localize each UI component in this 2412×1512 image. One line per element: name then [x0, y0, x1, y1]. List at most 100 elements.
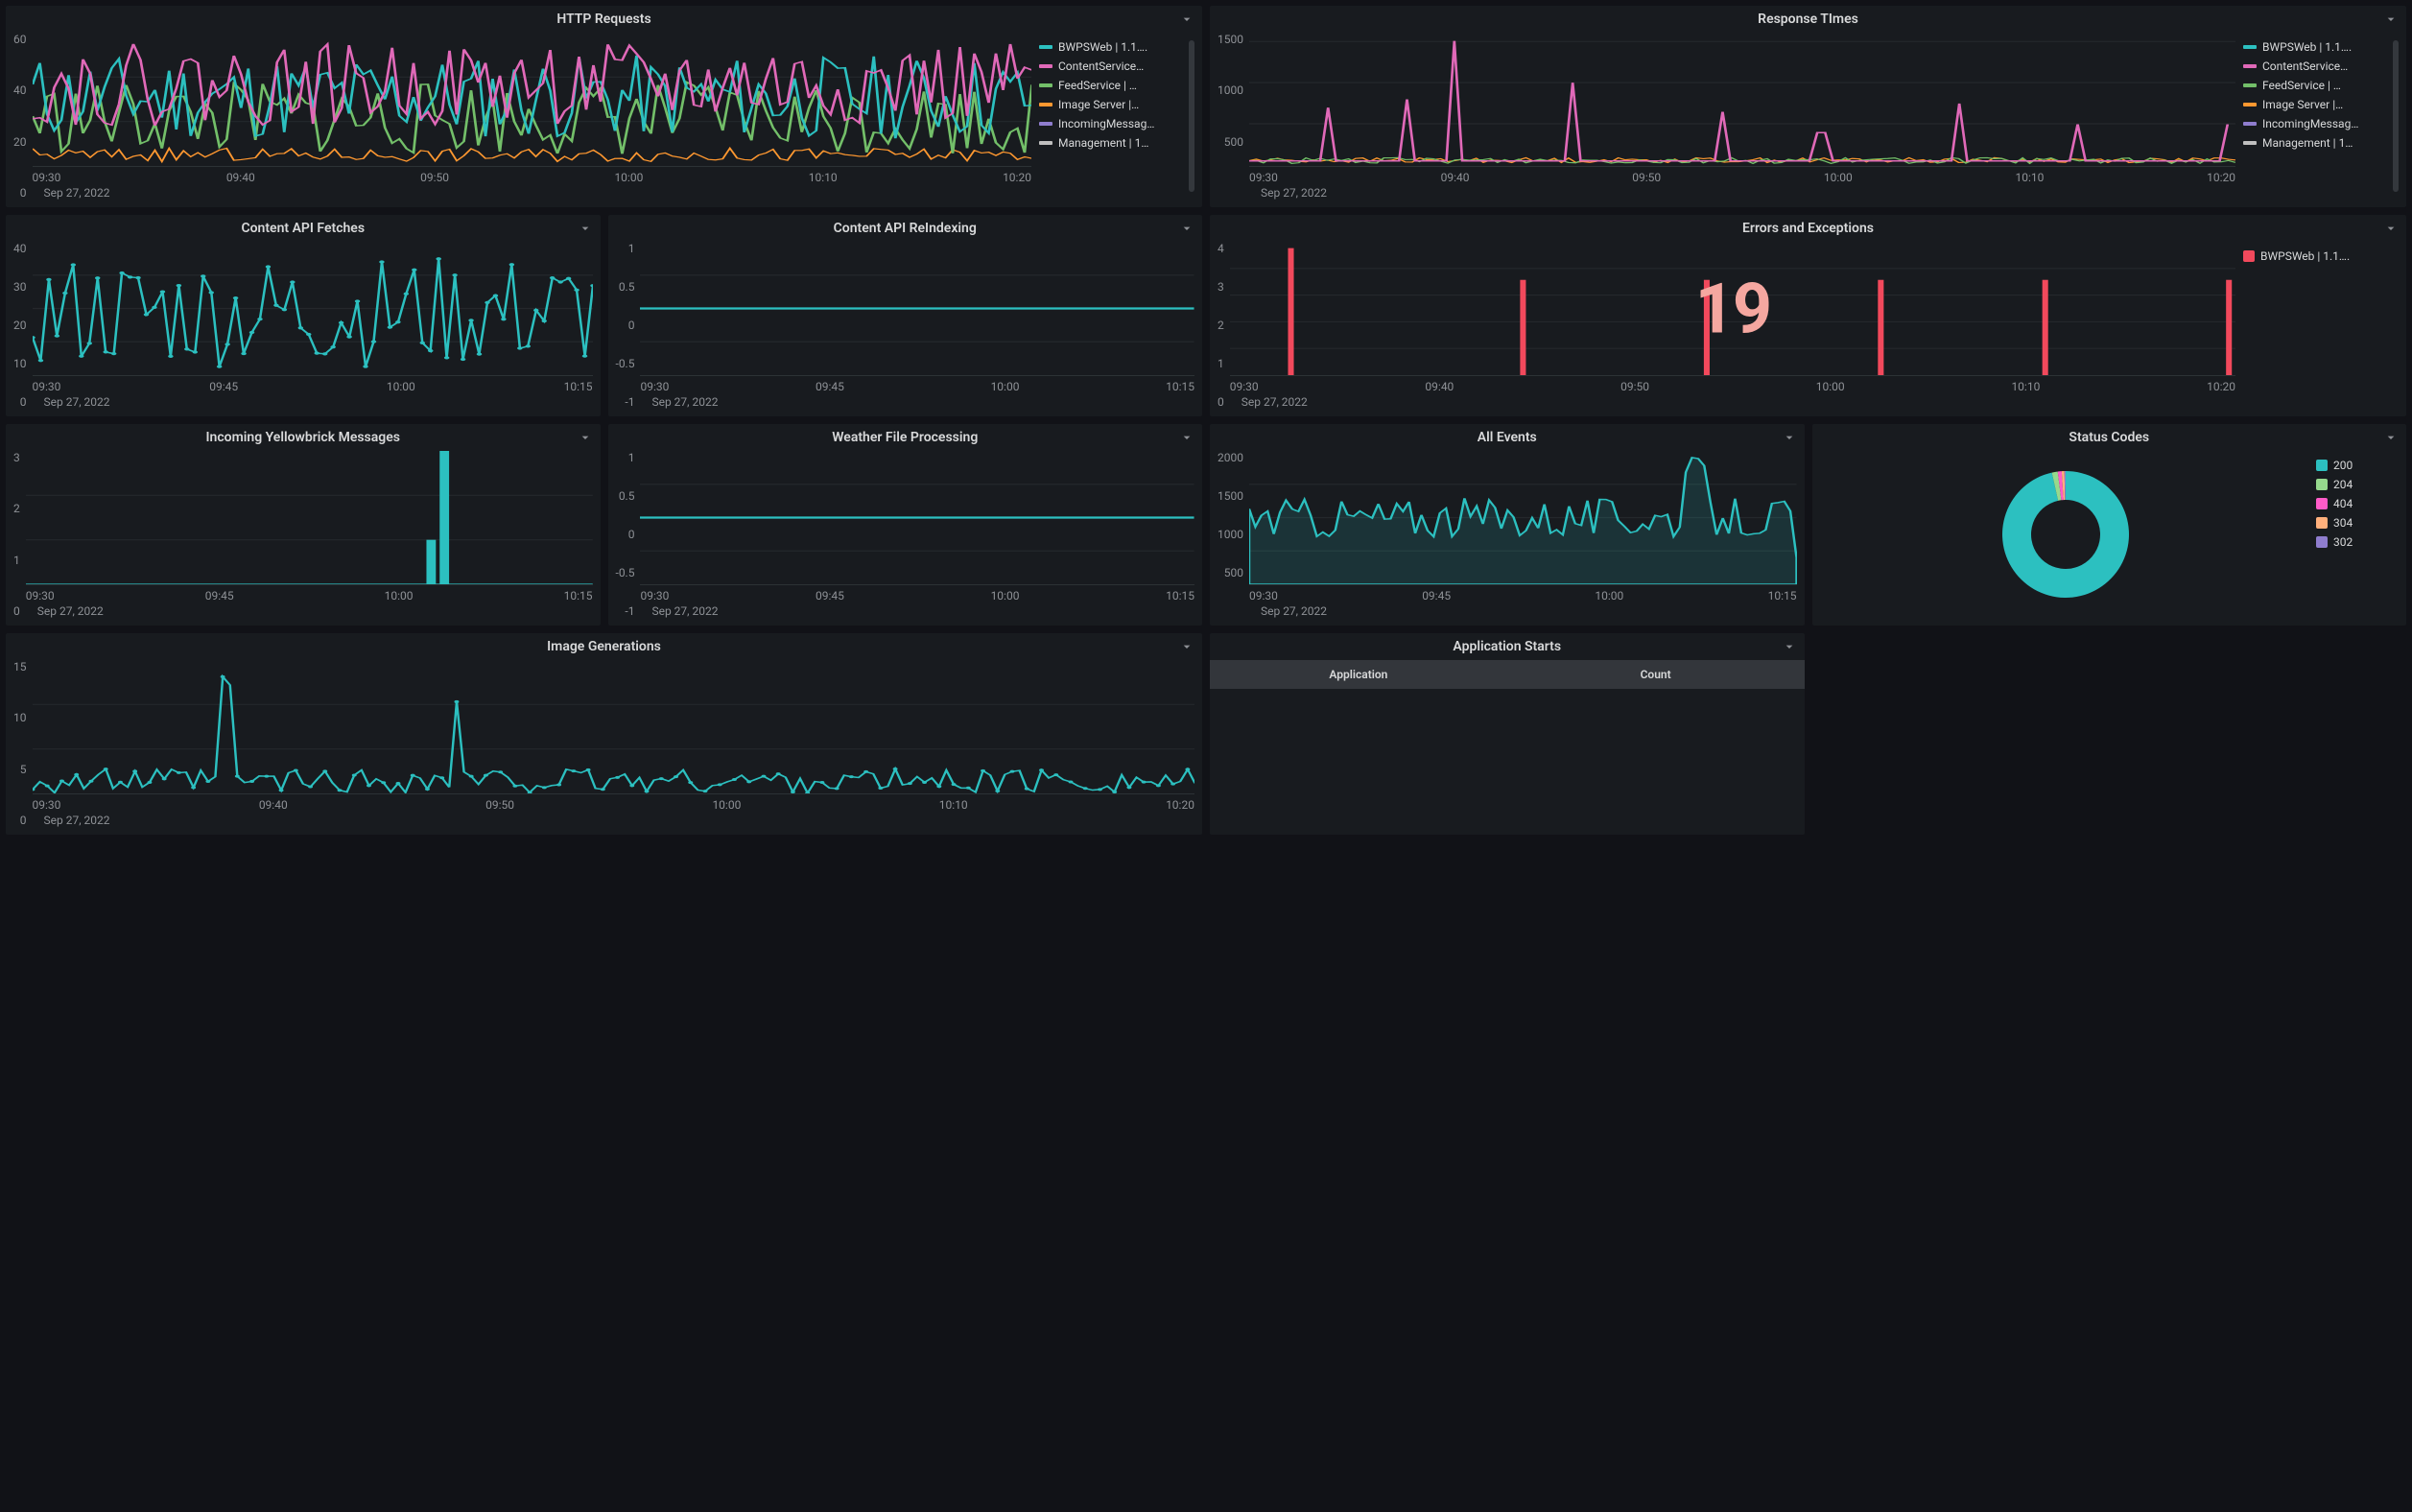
legend-item[interactable]: BWPSWeb | 1.1….: [2243, 40, 2395, 54]
legend-swatch: [2316, 517, 2328, 529]
panel-http-requests: HTTP Requests 60 40 20 0: [6, 6, 1202, 207]
chart-plot[interactable]: [26, 451, 593, 585]
chevron-down-icon: [1782, 639, 1797, 654]
panel-title[interactable]: Application Starts: [1453, 639, 1561, 654]
panel-title[interactable]: Incoming Yellowbrick Messages: [206, 430, 400, 445]
y-axis: 40 30 20 10 0: [13, 242, 33, 409]
dashboard-grid: HTTP Requests 60 40 20 0: [6, 6, 2406, 835]
legend-scrollbar[interactable]: [1189, 40, 1194, 192]
legend-item[interactable]: 404: [2316, 497, 2395, 510]
legend-item[interactable]: BWPSWeb | 1.1….: [1039, 40, 1191, 54]
legend: BWPSWeb | 1.1…. ContentService… FeedServ…: [2235, 33, 2399, 200]
panel-menu-button[interactable]: [1179, 221, 1194, 239]
x-axis: 09:30 09:40 09:50 10:00 10:10 10:20: [33, 794, 1195, 812]
legend-item[interactable]: Management | 1…: [2243, 136, 2395, 150]
panel-title[interactable]: Response TImes: [1758, 12, 1858, 27]
x-axis: 09:30 09:45 10:00 10:15: [26, 585, 593, 602]
legend-scrollbar[interactable]: [2393, 40, 2399, 192]
legend-item[interactable]: 204: [2316, 478, 2395, 491]
panel-menu-button[interactable]: [578, 221, 593, 239]
panel-errors-exceptions: Errors and Exceptions 4 3 2 1 0: [1210, 215, 2406, 416]
chevron-down-icon: [578, 430, 593, 445]
panel-weather-processing: Weather File Processing 1 0.5 0 -0.5 -1: [608, 424, 1203, 626]
legend-item[interactable]: 302: [2316, 535, 2395, 549]
chart-plot[interactable]: [33, 242, 593, 376]
panel-menu-button[interactable]: [2383, 430, 2399, 448]
panel-title[interactable]: Weather File Processing: [832, 430, 978, 445]
panel-title[interactable]: Content API ReIndexing: [834, 221, 977, 236]
legend: BWPSWeb | 1.1….: [2235, 242, 2399, 409]
x-axis: 09:30 09:45 10:00 10:15: [33, 376, 593, 393]
chevron-down-icon: [2383, 221, 2399, 236]
y-axis: 1500 1000 500: [1218, 33, 1249, 200]
legend-swatch: [1039, 64, 1052, 68]
y-axis: 4 3 2 1 0: [1218, 242, 1230, 409]
table-column-header[interactable]: Application: [1210, 660, 1507, 689]
legend-item[interactable]: FeedService | …: [2243, 79, 2395, 92]
chevron-down-icon: [2383, 430, 2399, 445]
legend-item[interactable]: Management | 1…: [1039, 136, 1191, 150]
panel-title[interactable]: Status Codes: [2069, 430, 2149, 445]
chart-plot[interactable]: [1249, 451, 1797, 585]
x-axis-date: Sep 27, 2022: [1249, 184, 2235, 200]
chart-plot[interactable]: 19: [1230, 242, 2235, 376]
chevron-down-icon: [1179, 12, 1194, 27]
legend-item[interactable]: 200: [2316, 459, 2395, 472]
panel-response-times: Response TImes 1500 1000 500: [1210, 6, 2406, 207]
panel-menu-button[interactable]: [578, 430, 593, 448]
legend-item[interactable]: IncomingMessag…: [1039, 117, 1191, 130]
legend-swatch: [1039, 122, 1052, 126]
panel-menu-button[interactable]: [1179, 639, 1194, 657]
legend-swatch: [2243, 250, 2255, 262]
panel-menu-button[interactable]: [2383, 221, 2399, 239]
x-axis: 09:30 09:40 09:50 10:00 10:10 10:20: [33, 167, 1032, 184]
panel-menu-button[interactable]: [1179, 12, 1194, 30]
donut-chart[interactable]: [1820, 451, 2313, 618]
chart-plot[interactable]: [640, 451, 1194, 585]
chart-plot[interactable]: [640, 242, 1194, 376]
table-body-empty: [1210, 689, 1805, 835]
panel-application-starts: Application Starts Application Count: [1210, 633, 1805, 835]
legend-swatch: [2243, 122, 2257, 126]
legend-item[interactable]: Image Server |…: [1039, 98, 1191, 111]
legend-item[interactable]: ContentService…: [1039, 59, 1191, 73]
legend-swatch: [2243, 141, 2257, 145]
table-column-header[interactable]: Count: [1507, 660, 1805, 689]
y-axis: 3 2 1 0: [13, 451, 26, 618]
x-axis-date: Sep 27, 2022: [33, 393, 593, 409]
panel-menu-button[interactable]: [1179, 430, 1194, 448]
chart-plot[interactable]: [33, 33, 1032, 167]
x-axis-date: Sep 27, 2022: [1230, 393, 2235, 409]
y-axis: 2000 1500 1000 500: [1218, 451, 1249, 618]
legend-swatch: [2316, 460, 2328, 471]
panel-image-generations: Image Generations 15 10 5 0: [6, 633, 1202, 835]
panel-menu-button[interactable]: [2383, 12, 2399, 30]
legend-item[interactable]: IncomingMessag…: [2243, 117, 2395, 130]
chart-plot[interactable]: [33, 660, 1195, 794]
legend-item[interactable]: BWPSWeb | 1.1….: [2243, 249, 2395, 263]
legend: BWPSWeb | 1.1…. ContentService… FeedServ…: [1031, 33, 1194, 200]
legend-item[interactable]: 304: [2316, 516, 2395, 530]
panel-status-codes: Status Codes 200 204 404 304 302: [1812, 424, 2407, 626]
panel-title[interactable]: Content API Fetches: [241, 221, 365, 236]
panel-menu-button[interactable]: [1782, 430, 1797, 448]
panel-menu-button[interactable]: [1782, 639, 1797, 657]
legend-item[interactable]: ContentService…: [2243, 59, 2395, 73]
panel-title[interactable]: All Events: [1478, 430, 1537, 445]
chart-plot[interactable]: [1249, 33, 2235, 167]
panel-all-events: All Events 2000 1500 1000 500: [1210, 424, 1805, 626]
x-axis-date: Sep 27, 2022: [26, 602, 593, 618]
legend-item[interactable]: Image Server |…: [2243, 98, 2395, 111]
panel-title[interactable]: HTTP Requests: [556, 12, 650, 27]
legend-swatch: [2316, 479, 2328, 490]
y-axis: 1 0.5 0 -0.5 -1: [616, 242, 641, 409]
x-axis: 09:30 09:45 10:00 10:15: [640, 376, 1194, 393]
x-axis: 09:30 09:40 09:50 10:00 10:10 10:20: [1230, 376, 2235, 393]
legend-swatch: [2243, 83, 2257, 87]
legend-swatch: [2243, 45, 2257, 49]
legend-item[interactable]: FeedService | …: [1039, 79, 1191, 92]
x-axis-date: Sep 27, 2022: [1249, 602, 1797, 618]
panel-title[interactable]: Image Generations: [547, 639, 661, 654]
panel-title[interactable]: Errors and Exceptions: [1742, 221, 1874, 236]
legend-swatch: [1039, 45, 1052, 49]
